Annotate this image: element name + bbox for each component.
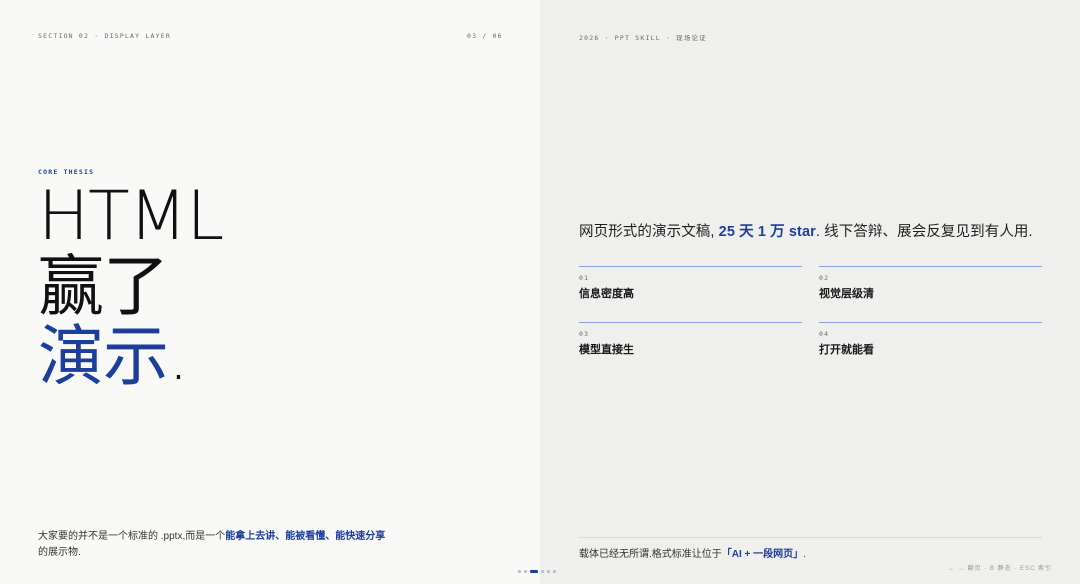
footer-note: 载体已经无所谓.格式标准让位于「AI + 一段网页」. [579,537,1042,560]
pager-dot[interactable] [524,570,527,573]
point-item: 01 信息密度高 [579,266,802,322]
pager-dot[interactable] [541,570,544,573]
headline-line-2: 赢了 [38,248,169,325]
thesis-post: . 线下答辩、展会反复见到有人用. [815,224,1033,240]
left-panel: SECTION 02 · DISPLAY LAYER 03 / 06 CORE … [0,0,540,584]
thesis-pre: 网页形式的演示文稿, [579,224,719,240]
right-panel: 2026 · PPT SKILL · 现场论证 网页形式的演示文稿, 25 天 … [540,0,1080,584]
lead-pre: 大家要的并不是一个标准的 .pptx,而是一个 [38,531,226,542]
points-grid: 01 信息密度高 02 视觉层级清 03 模型直接生 04 打开就能看 [579,266,1042,378]
footer-accent: 「AI + 一段网页」 [721,549,804,560]
point-number: 03 [579,330,590,338]
meta-label: 2026 · PPT SKILL · 现场论证 [579,34,707,42]
point-label: 模型直接生 [579,344,634,356]
pager-dot[interactable] [547,570,550,573]
page-counter: 03 / 06 [467,32,503,40]
headline-line-3: 演示. [38,322,223,392]
pager-dot[interactable] [518,570,521,573]
pager-dot-active[interactable] [530,570,538,573]
pager-dot[interactable] [553,570,556,573]
lead-highlight: 能拿上去讲、能被看懂、能快速分享 [225,531,386,542]
keyboard-help: ← → 翻页 · B 静态 · ESC 索引 [948,566,1052,572]
footer-post: . [803,549,806,560]
point-item: 03 模型直接生 [579,322,802,378]
thesis-statement: 网页形式的演示文稿, 25 天 1 万 star. 线下答辩、展会反复见到有人用… [579,220,1033,241]
slide-pager[interactable] [518,570,556,573]
point-item: 04 打开就能看 [819,322,1042,378]
headline-dot: . [168,318,189,395]
kicker: CORE THESIS [38,168,95,176]
section-label: SECTION 02 · DISPLAY LAYER [38,32,171,40]
headline-line-3-text: 演示 [38,318,169,395]
thesis-accent: 25 天 1 万 star [718,224,816,240]
point-number: 04 [819,330,830,338]
point-number: 02 [819,274,830,282]
headline: HTML 赢了 演示. [38,177,224,392]
headline-line-1: HTML [38,177,224,256]
lead-paragraph: 大家要的并不是一个标准的 .pptx,而是一个能拿上去讲、能被看懂、能快速分享的… [38,529,418,561]
footer-pre: 载体已经无所谓.格式标准让位于 [579,549,722,560]
point-label: 打开就能看 [819,344,874,356]
point-label: 信息密度高 [579,288,634,300]
point-item: 02 视觉层级清 [819,266,1042,322]
lead-post: 的展示物. [38,547,81,558]
point-label: 视觉层级清 [819,288,874,300]
point-number: 01 [579,274,590,282]
